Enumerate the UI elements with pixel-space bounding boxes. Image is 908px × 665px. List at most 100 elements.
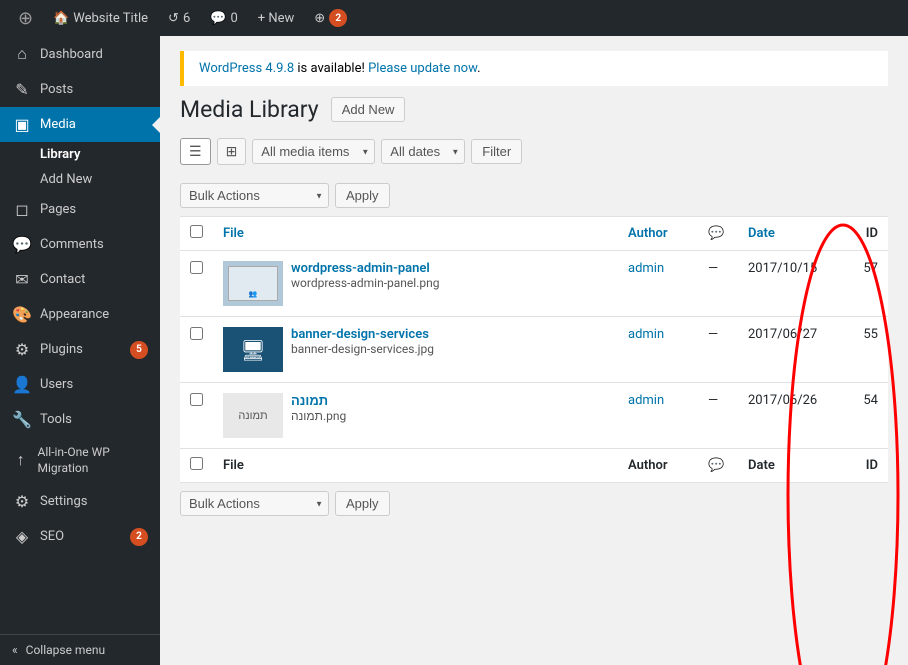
file-subname-55: banner-design-services.jpg — [291, 342, 434, 356]
content-area: WordPress 4.9.8 is available! Please upd… — [160, 36, 908, 665]
col-header-date[interactable]: Date — [738, 217, 838, 251]
date-cell-55: 2017/06/27 — [738, 317, 838, 383]
updates[interactable]: ↺ 6 — [158, 0, 200, 36]
date-filter-wrap: All dates 2017/10 2017/06 — [381, 139, 465, 164]
file-name-link-55[interactable]: banner-design-services — [291, 327, 429, 342]
sidebar-item-posts[interactable]: ✎ Posts — [0, 72, 160, 107]
row-select-55[interactable] — [190, 327, 203, 340]
comments-cell-55: — — [698, 317, 738, 383]
bulk-actions-top: Bulk Actions Delete Permanently Apply — [180, 175, 888, 216]
row-select-57[interactable] — [190, 261, 203, 274]
bulk-actions-bottom: Bulk Actions Delete Permanently Apply — [180, 483, 888, 524]
sidebar-active-arrow — [152, 117, 160, 133]
id-cell-57: 57 — [838, 251, 888, 317]
sidebar-item-dashboard[interactable]: ⌂ Dashboard — [0, 36, 160, 72]
col-header-checkbox — [180, 217, 213, 251]
comments-admin[interactable]: 💬 0 — [200, 0, 248, 36]
table-container: Bulk Actions Delete Permanently Apply Fi… — [180, 175, 888, 524]
wp-badge[interactable]: ⊕ 2 — [304, 0, 357, 36]
row-checkbox-57 — [180, 251, 213, 317]
appearance-icon: 🎨 — [12, 305, 32, 324]
site-name[interactable]: 🏠 Website Title — [43, 0, 158, 36]
bulk-actions-select-top[interactable]: Bulk Actions Delete Permanently — [180, 183, 329, 208]
file-info-57: wordpress-admin-panel wordpress-admin-pa… — [291, 261, 439, 291]
author-cell-54: admin — [618, 383, 698, 449]
wp-logo-icon: ⊕ — [18, 8, 33, 29]
updates-icon: ↺ — [168, 11, 179, 26]
author-cell-57: admin — [618, 251, 698, 317]
users-icon: 👤 — [12, 375, 32, 394]
file-name-link-54[interactable]: תמונה — [291, 394, 328, 409]
posts-icon: ✎ — [12, 80, 32, 99]
file-cell-57: 👥 wordpress-admin-panel wordpress-admin-… — [213, 251, 618, 317]
wp-version-link[interactable]: WordPress 4.9.8 — [199, 61, 294, 76]
id-cell-55: 55 — [838, 317, 888, 383]
filter-button[interactable]: Filter — [471, 139, 522, 164]
col-header-author[interactable]: Author — [618, 217, 698, 251]
media-type-filter-wrap: All media items Images Audio Video Docum… — [252, 139, 375, 164]
author-link-54[interactable]: admin — [628, 393, 664, 408]
list-view-button[interactable]: ☰ — [180, 138, 211, 165]
sidebar-item-comments[interactable]: 💬 Comments — [0, 227, 160, 262]
col-footer-file: File — [213, 449, 618, 483]
col-header-file[interactable]: File — [213, 217, 618, 251]
page-title: Media Library — [180, 96, 319, 123]
file-thumbnail-54: תמונה — [223, 393, 283, 438]
author-link-55[interactable]: admin — [628, 327, 664, 342]
comments-icon: 💬 — [210, 11, 226, 26]
sidebar-item-pages[interactable]: ◻ Pages — [0, 192, 160, 227]
sidebar: ⌂ Dashboard ✎ Posts ▣ Media Library Add … — [0, 36, 160, 665]
media-type-filter[interactable]: All media items Images Audio Video Docum… — [252, 139, 375, 164]
page-header: Media Library Add New — [160, 86, 908, 138]
pages-icon: ◻ — [12, 200, 32, 219]
media-table: File Author 💬 Date ID — [180, 216, 888, 483]
select-all-checkbox-bottom[interactable] — [190, 457, 203, 470]
settings-icon: ⚙ — [12, 492, 32, 511]
sidebar-item-seo[interactable]: ◈ SEO 2 — [0, 519, 160, 554]
sidebar-item-settings[interactable]: ⚙ Settings — [0, 484, 160, 519]
bulk-select-top-wrap: Bulk Actions Delete Permanently — [180, 183, 329, 208]
col-footer-comments: 💬 — [698, 449, 738, 483]
sidebar-item-users[interactable]: 👤 Users — [0, 367, 160, 402]
sidebar-subitem-library[interactable]: Library — [0, 142, 160, 167]
new-content[interactable]: + New — [248, 0, 305, 36]
update-now-link[interactable]: Please update now — [368, 61, 477, 76]
row-checkbox-54 — [180, 383, 213, 449]
grid-view-button[interactable]: ⊞ — [217, 138, 247, 165]
row-checkbox-55 — [180, 317, 213, 383]
date-cell-57: 2017/10/15 — [738, 251, 838, 317]
sidebar-item-media[interactable]: ▣ Media — [0, 107, 160, 142]
seo-icon: ◈ — [12, 527, 32, 546]
author-link-57[interactable]: admin — [628, 261, 664, 276]
sidebar-item-contact[interactable]: ✉ Contact — [0, 262, 160, 297]
file-name-link-57[interactable]: wordpress-admin-panel — [291, 261, 430, 276]
wp-logo[interactable]: ⊕ — [8, 0, 43, 36]
file-cell-54: תמונה תמונה תמונה.png — [213, 383, 618, 449]
tools-icon: 🔧 — [12, 410, 32, 429]
file-subname-57: wordpress-admin-panel.png — [291, 276, 439, 290]
sidebar-item-allinone[interactable]: ↑ All-in-One WP Migration — [0, 437, 160, 484]
bulk-select-bottom-wrap: Bulk Actions Delete Permanently — [180, 491, 329, 516]
sidebar-item-tools[interactable]: 🔧 Tools — [0, 402, 160, 437]
table-row: תמונה תמונה תמונה.png admin — [180, 383, 888, 449]
row-select-54[interactable] — [190, 393, 203, 406]
sidebar-subitem-add-new[interactable]: Add New — [0, 167, 160, 192]
select-all-checkbox-top[interactable] — [190, 225, 203, 238]
home-icon: 🏠 — [53, 11, 69, 26]
apply-button-bottom[interactable]: Apply — [335, 491, 390, 516]
file-thumbnail-57: 👥 — [223, 261, 283, 306]
date-filter[interactable]: All dates 2017/10 2017/06 — [381, 139, 465, 164]
collapse-icon: « — [12, 643, 18, 657]
sidebar-item-plugins[interactable]: ⚙ Plugins 5 — [0, 332, 160, 367]
col-header-id: ID — [838, 217, 888, 251]
file-subname-54: תמונה.png — [291, 409, 346, 423]
col-footer-id: ID — [838, 449, 888, 483]
file-cell-55: 🖥 banner-design-services banner-design-s… — [213, 317, 618, 383]
author-cell-55: admin — [618, 317, 698, 383]
table-controls: ☰ ⊞ All media items Images Audio Video D… — [160, 138, 908, 175]
sidebar-item-appearance[interactable]: 🎨 Appearance — [0, 297, 160, 332]
collapse-menu[interactable]: « Collapse menu — [0, 634, 160, 665]
apply-button-top[interactable]: Apply — [335, 183, 390, 208]
add-new-button[interactable]: Add New — [331, 97, 406, 122]
bulk-actions-select-bottom[interactable]: Bulk Actions Delete Permanently — [180, 491, 329, 516]
